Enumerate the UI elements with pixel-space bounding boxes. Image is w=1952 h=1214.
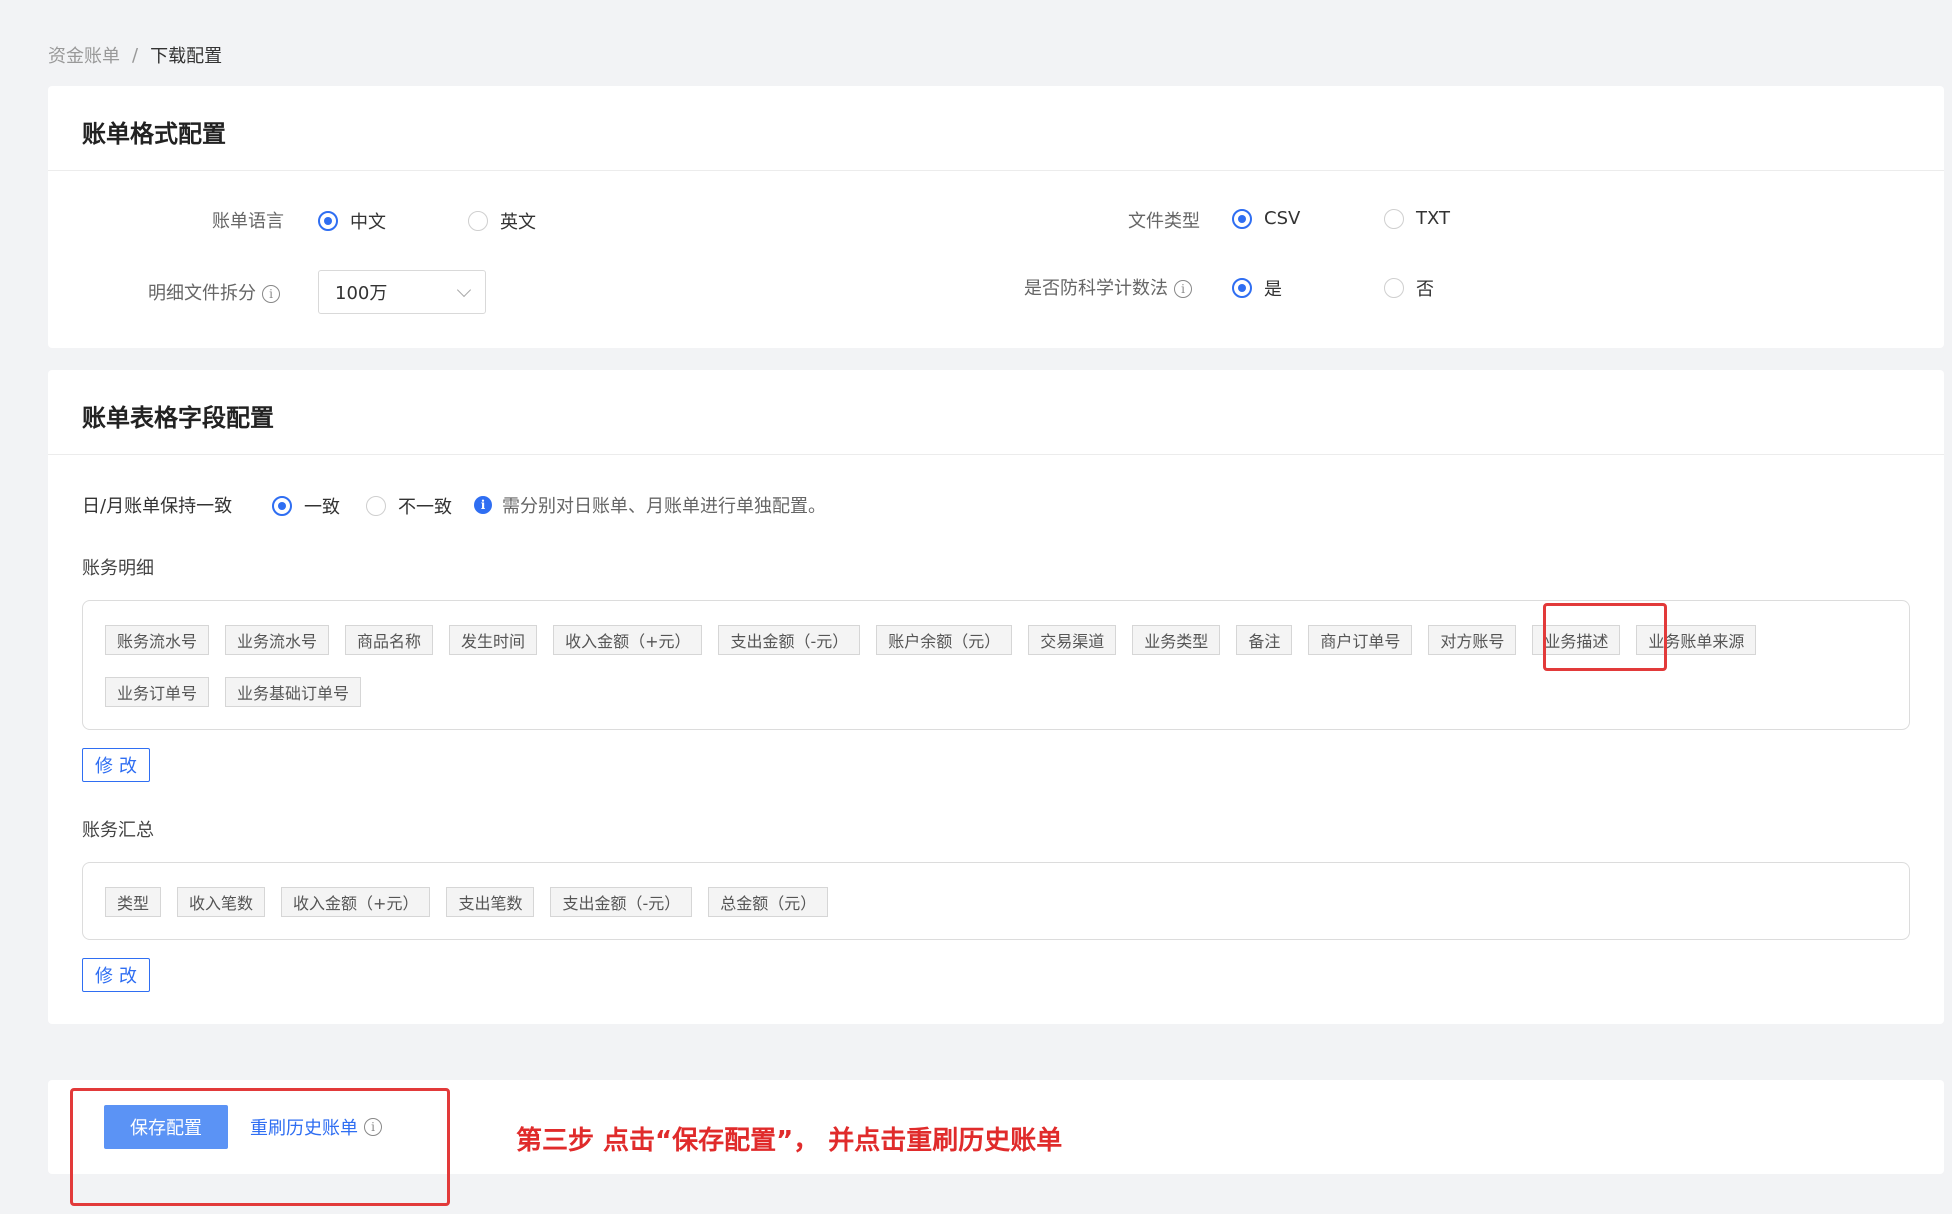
- radio-checked-icon[interactable]: [1232, 208, 1252, 229]
- field-tag: 备注: [1236, 625, 1293, 655]
- divider: [48, 454, 1944, 455]
- field-tag: 收入金额（+元）: [553, 625, 703, 655]
- breadcrumb-separator: /: [132, 44, 139, 66]
- radio-label: 否: [1416, 279, 1434, 300]
- fields-config-title: 账单表格字段配置: [82, 404, 274, 432]
- split-label: 明细文件拆分 i: [148, 279, 280, 305]
- field-tag: 账户余额（元）: [876, 625, 1013, 655]
- highlight-box-tag: [1543, 603, 1667, 671]
- consistency-hint-text: 需分别对日账单、月账单进行单独配置。: [502, 496, 826, 517]
- consistency-label: 日/月账单保持一致: [82, 496, 233, 517]
- detail-label: 账务明细: [82, 558, 154, 579]
- radio-label: 英文: [500, 212, 536, 233]
- radio-checked-icon[interactable]: [318, 211, 338, 231]
- field-tag: 支出金额（-元）: [718, 625, 861, 655]
- field-tag: 收入金额（+元）: [281, 887, 431, 917]
- radio-label: TXT: [1416, 208, 1451, 229]
- split-label-text: 明细文件拆分: [148, 283, 256, 304]
- file-type-label: 文件类型: [1128, 211, 1200, 232]
- benford-radio-no[interactable]: 否: [1384, 275, 1434, 301]
- radio-unchecked-icon[interactable]: [366, 496, 386, 516]
- language-radio-en[interactable]: 英文: [468, 208, 536, 234]
- field-tag: 账务流水号: [105, 625, 210, 655]
- info-circle-icon[interactable]: i: [1174, 280, 1192, 298]
- split-select[interactable]: 100万: [318, 270, 486, 314]
- edit-detail-button[interactable]: 修改: [82, 748, 150, 782]
- benford-label: 是否防科学计数法 i: [1024, 274, 1192, 300]
- highlight-box-actions: [70, 1088, 450, 1206]
- language-label: 账单语言: [212, 211, 284, 232]
- edit-summary-button[interactable]: 修改: [82, 958, 150, 992]
- benford-label-text: 是否防科学计数法: [1024, 278, 1168, 299]
- breadcrumb-parent[interactable]: 资金账单: [48, 42, 120, 68]
- radio-label: CSV: [1264, 208, 1301, 229]
- summary-label: 账务汇总: [82, 820, 154, 841]
- radio-unchecked-icon[interactable]: [1384, 278, 1404, 298]
- format-config-title: 账单格式配置: [82, 120, 226, 148]
- file-type-radio-txt[interactable]: TXT: [1384, 208, 1450, 229]
- split-select-value: 100万: [335, 283, 388, 304]
- field-tag: 商户订单号: [1308, 625, 1413, 655]
- radio-label: 一致: [304, 497, 340, 518]
- breadcrumb-current: 下载配置: [150, 46, 223, 67]
- benford-radio-yes[interactable]: 是: [1232, 275, 1282, 301]
- radio-unchecked-icon[interactable]: [468, 211, 488, 231]
- radio-label: 不一致: [398, 497, 452, 518]
- field-tag: 类型: [105, 887, 162, 917]
- field-tag: 业务流水号: [225, 625, 330, 655]
- field-tag: 总金额（元）: [708, 887, 829, 917]
- summary-tags-box: 类型 收入笔数 收入金额（+元） 支出笔数 支出金额（-元） 总金额（元）: [82, 862, 1910, 940]
- annotation-text: 第三步 点击“保存配置”， 并点击重刷历史账单: [516, 1126, 1063, 1156]
- radio-label: 是: [1264, 279, 1282, 300]
- consistency-radio-diff[interactable]: 不一致: [366, 493, 452, 519]
- field-tag: 交易渠道: [1028, 625, 1117, 655]
- radio-label: 中文: [350, 212, 386, 233]
- field-tag: 业务基础订单号: [225, 677, 362, 707]
- consistency-hint: i 需分别对日账单、月账单进行单独配置。: [474, 492, 826, 518]
- field-tag: 商品名称: [345, 625, 434, 655]
- field-tag: 支出笔数: [446, 887, 535, 917]
- field-tag: 对方账号: [1428, 625, 1517, 655]
- field-tag: 发生时间: [449, 625, 538, 655]
- field-tag: 业务类型: [1132, 625, 1221, 655]
- radio-unchecked-icon[interactable]: [1384, 208, 1404, 229]
- info-circle-icon[interactable]: i: [262, 285, 280, 303]
- field-tag: 支出金额（-元）: [550, 887, 693, 917]
- detail-tags-row: 业务订单号 业务基础订单号: [105, 677, 362, 707]
- chevron-down-icon: [456, 282, 472, 297]
- radio-checked-icon[interactable]: [272, 496, 292, 516]
- format-config-card: 账单格式配置 账单语言 中文 英文 文件类型 CSV TXT 明细文件拆分 i 1…: [48, 86, 1944, 348]
- language-radio-zh[interactable]: 中文: [318, 208, 386, 234]
- divider: [48, 170, 1944, 171]
- summary-tags-row: 类型 收入笔数 收入金额（+元） 支出笔数 支出金额（-元） 总金额（元）: [105, 887, 829, 917]
- field-tag: 收入笔数: [177, 887, 266, 917]
- field-tag: 业务订单号: [105, 677, 210, 707]
- info-icon: i: [474, 496, 492, 514]
- file-type-radio-csv[interactable]: CSV: [1232, 208, 1300, 229]
- radio-checked-icon[interactable]: [1232, 278, 1252, 298]
- fields-config-card: 账单表格字段配置 日/月账单保持一致 一致 不一致 i 需分别对日账单、月账单进…: [48, 370, 1944, 1024]
- consistency-radio-same[interactable]: 一致: [272, 493, 340, 519]
- breadcrumb: 资金账单 / 下载配置: [48, 42, 222, 68]
- detail-tags-row: 账务流水号 业务流水号 商品名称 发生时间 收入金额（+元） 支出金额（-元） 账户余额（元…: [105, 625, 1757, 655]
